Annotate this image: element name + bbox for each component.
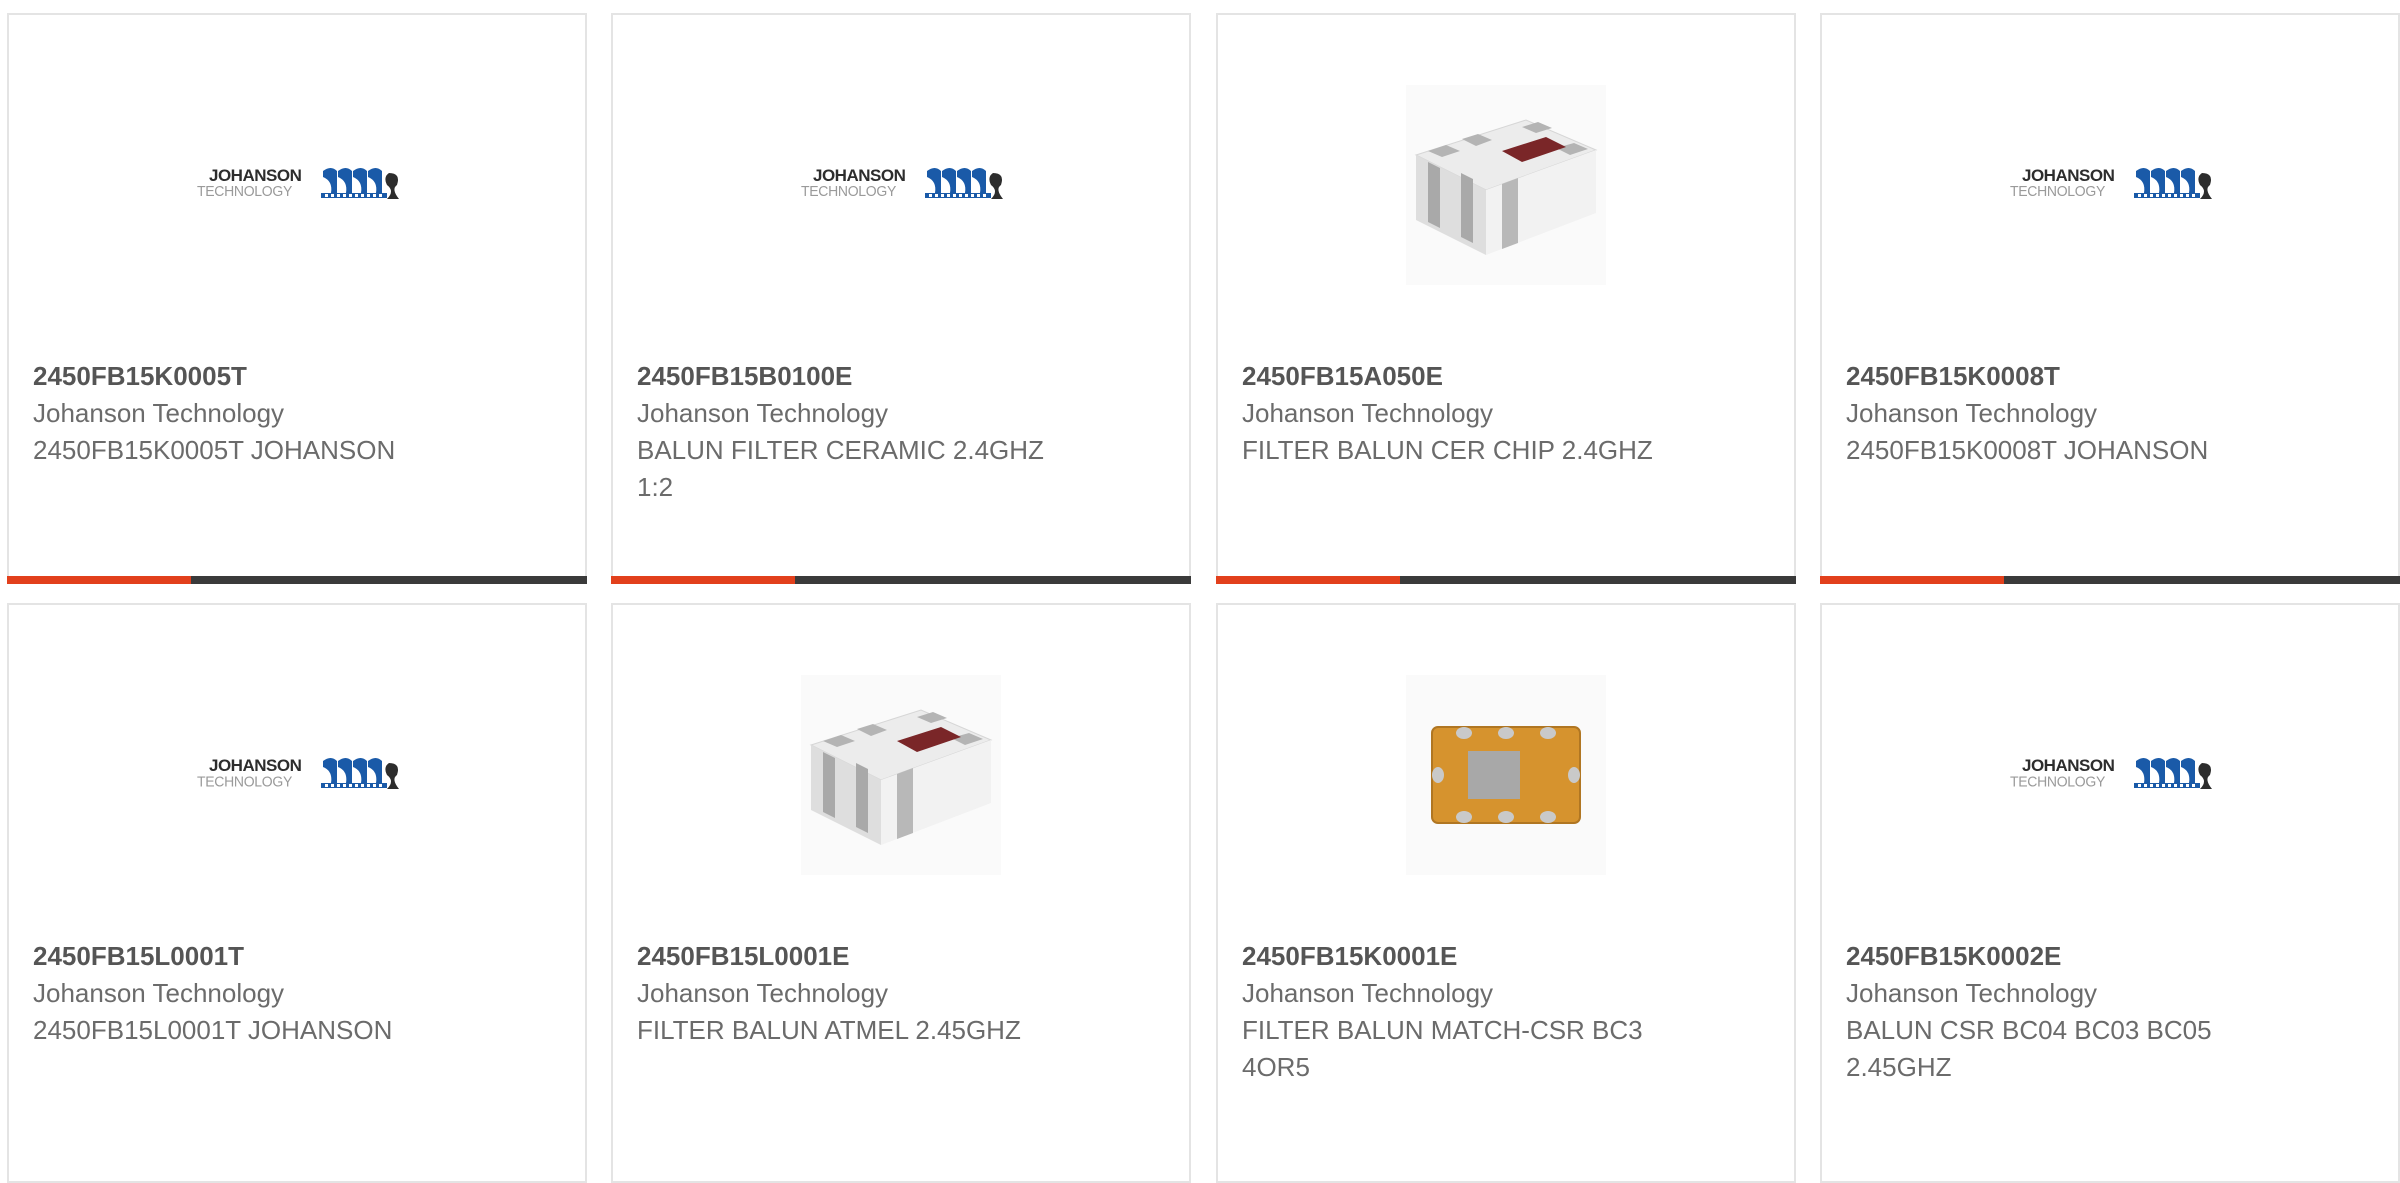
logo-text-johanson: JOHANSON (2022, 756, 2115, 775)
card-accent-bar (7, 576, 191, 584)
logo-text-johanson: JOHANSON (209, 756, 302, 775)
wave-ship-icon (2134, 758, 2212, 789)
wave-ship-icon (925, 168, 1003, 199)
product-part-number[interactable]: 2450FB15K0005T (33, 358, 569, 395)
product-part-number[interactable]: 2450FB15K0008T (1846, 358, 2382, 395)
product-description: BALUN CSR BC04 BC03 BC05 2.45GHZ (1846, 1015, 2212, 1082)
ceramic-chip-icon (1414, 119, 1598, 255)
johanson-logo: JOHANSON TECHNOLOGY (197, 753, 399, 797)
ceramic-chip-image (801, 675, 1001, 875)
logo-text-johanson: JOHANSON (2022, 166, 2115, 185)
product-card[interactable]: JOHANSON TECHNOLOGY (7, 13, 587, 584)
product-info: 2450FB15K0005T Johanson Technology 2450FB1… (33, 358, 569, 469)
johanson-logo: JOHANSON TECHNOLOGY (2010, 163, 2212, 207)
ceramic-chip-icon (809, 709, 993, 845)
product-manufacturer: Johanson Technology (1242, 398, 1494, 428)
product-part-number[interactable]: 2450FB15A050E (1242, 358, 1778, 395)
logo-text-johanson: JOHANSON (209, 166, 302, 185)
product-card[interactable]: 2450FB15L0001E Johanson Technology FILTER … (611, 603, 1191, 1183)
product-image[interactable] (1406, 675, 1606, 875)
card-accent-bar (611, 576, 795, 584)
product-manufacturer: Johanson Technology (33, 398, 285, 428)
product-image[interactable]: JOHANSON TECHNOLOGY (801, 85, 1003, 285)
product-grid: JOHANSON TECHNOLOGY 2450FB15K0005T Johan… (0, 0, 2400, 1183)
product-part-number[interactable]: 2450FB15L0001E (637, 938, 1173, 975)
product-manufacturer: Johanson Technology (33, 978, 285, 1008)
wave-ship-icon (321, 168, 399, 199)
product-card[interactable]: JOHANSON TECHNOLOGY (7, 603, 587, 1183)
product-description: 2450FB15L0001T JOHANSON (33, 1015, 393, 1045)
logo-text-johanson: JOHANSON (813, 166, 906, 185)
product-info: 2450FB15L0001T Johanson Technology 2450FB1… (33, 938, 569, 1049)
wave-ship-icon (321, 758, 399, 789)
logo-text-technology: TECHNOLOGY (197, 182, 293, 200)
amber-chip-icon (1431, 726, 1581, 824)
product-manufacturer: Johanson Technology (1846, 398, 2098, 428)
product-description: FILTER BALUN MATCH-CSR BC3 4OR5 (1242, 1015, 1643, 1082)
product-manufacturer: Johanson Technology (637, 398, 889, 428)
product-part-number[interactable]: 2450FB15B0100E (637, 358, 1173, 395)
product-card[interactable]: JOHANSON TECHNOLOGY (611, 13, 1191, 584)
product-info: 2450FB15A050E Johanson Technology FILTER B… (1242, 358, 1778, 469)
product-manufacturer: Johanson Technology (637, 978, 889, 1008)
wave-ship-icon (2134, 168, 2212, 199)
johanson-logo: JOHANSON TECHNOLOGY (2010, 753, 2212, 797)
product-card[interactable]: JOHANSON TECHNOLOGY (1820, 603, 2400, 1183)
product-description: FILTER BALUN CER CHIP 2.4GHZ (1242, 435, 1653, 465)
product-image[interactable] (1406, 85, 1606, 285)
product-image[interactable] (801, 675, 1001, 875)
product-part-number[interactable]: 2450FB15K0002E (1846, 938, 2382, 975)
product-part-number[interactable]: 2450FB15K0001E (1242, 938, 1778, 975)
card-bottom-bar (611, 576, 1191, 584)
product-description: 2450FB15K0005T JOHANSON (33, 435, 396, 465)
product-card[interactable]: JOHANSON TECHNOLOGY (1820, 13, 2400, 584)
product-image[interactable]: JOHANSON TECHNOLOGY (2010, 675, 2212, 875)
product-info: 2450FB15K0001E Johanson Technology FILTER … (1242, 938, 1778, 1086)
logo-text-technology: TECHNOLOGY (197, 772, 293, 790)
product-manufacturer: Johanson Technology (1242, 978, 1494, 1008)
johanson-logo: JOHANSON TECHNOLOGY (197, 163, 399, 207)
card-accent-bar (1216, 576, 1400, 584)
product-description: BALUN FILTER CERAMIC 2.4GHZ 1:2 (637, 435, 1044, 502)
product-image[interactable]: JOHANSON TECHNOLOGY (2010, 85, 2212, 285)
product-info: 2450FB15B0100E Johanson Technology BALUN F… (637, 358, 1173, 506)
product-card[interactable]: 2450FB15A050E Johanson Technology FILTER B… (1216, 13, 1796, 584)
card-bottom-bar (7, 576, 587, 584)
johanson-logo: JOHANSON TECHNOLOGY (801, 163, 1003, 207)
product-description: FILTER BALUN ATMEL 2.45GHZ (637, 1015, 1021, 1045)
card-accent-bar (1820, 576, 2004, 584)
product-card[interactable]: 2450FB15K0001E Johanson Technology FILTER … (1216, 603, 1796, 1183)
product-image[interactable]: JOHANSON TECHNOLOGY (197, 675, 399, 875)
product-info: 2450FB15K0008T Johanson Technology 2450FB1… (1846, 358, 2382, 469)
product-manufacturer: Johanson Technology (1846, 978, 2098, 1008)
card-bottom-bar (1820, 576, 2400, 584)
amber-chip-image (1406, 675, 1606, 875)
ceramic-chip-image (1406, 85, 1606, 285)
card-bottom-bar (1216, 576, 1796, 584)
product-description: 2450FB15K0008T JOHANSON (1846, 435, 2209, 465)
product-part-number[interactable]: 2450FB15L0001T (33, 938, 569, 975)
logo-text-technology: TECHNOLOGY (2010, 772, 2106, 790)
logo-text-technology: TECHNOLOGY (801, 182, 897, 200)
product-info: 2450FB15L0001E Johanson Technology FILTER … (637, 938, 1173, 1049)
product-image[interactable]: JOHANSON TECHNOLOGY (197, 85, 399, 285)
product-info: 2450FB15K0002E Johanson Technology BALUN C… (1846, 938, 2382, 1086)
logo-text-technology: TECHNOLOGY (2010, 182, 2106, 200)
